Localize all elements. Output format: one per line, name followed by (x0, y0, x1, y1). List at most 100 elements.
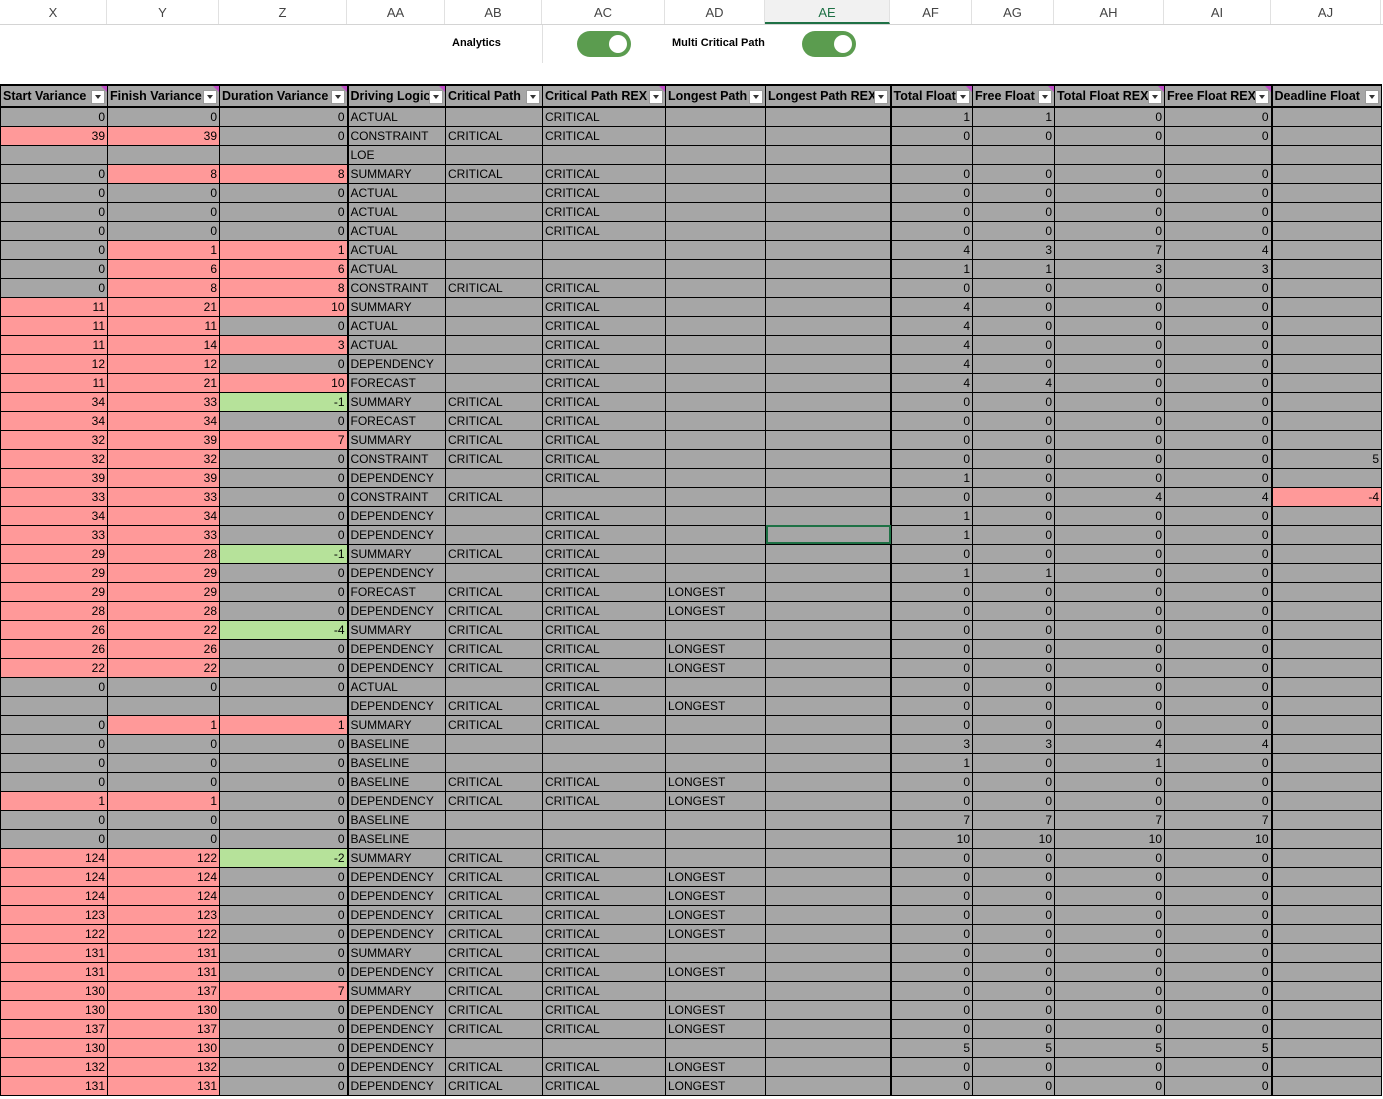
cell-z[interactable]: 0 (219, 828, 349, 849)
cell-y[interactable]: 29 (107, 562, 220, 583)
cell-ac[interactable]: CRITICAL (542, 543, 666, 564)
cell-ad[interactable]: LONGEST (665, 923, 766, 944)
cell-z[interactable]: 7 (219, 980, 349, 1001)
column-letter-af[interactable]: AF (890, 0, 972, 24)
cell-x[interactable]: 0 (0, 182, 108, 203)
cell-af[interactable]: 1 (890, 524, 973, 545)
cell-ad[interactable]: LONGEST (665, 904, 766, 925)
cell-ac[interactable]: CRITICAL (542, 771, 666, 792)
cell-ag[interactable]: 0 (972, 467, 1055, 488)
cell-aj[interactable] (1271, 904, 1382, 925)
cell-ac[interactable]: CRITICAL (542, 638, 666, 659)
cell-ac[interactable] (542, 809, 666, 830)
cell-x[interactable]: 130 (0, 999, 108, 1020)
cell-ad[interactable] (665, 980, 766, 1001)
cell-ac[interactable] (542, 486, 666, 507)
cell-ae[interactable] (765, 638, 892, 659)
cell-ae[interactable] (765, 923, 892, 944)
cell-x[interactable]: 0 (0, 106, 108, 127)
cell-z[interactable]: 0 (219, 486, 349, 507)
cell-ah[interactable]: 1 (1054, 752, 1165, 773)
cell-ai[interactable]: 0 (1164, 695, 1273, 716)
cell-ab[interactable]: CRITICAL (445, 771, 543, 792)
cell-x[interactable]: 131 (0, 942, 108, 963)
cell-ai[interactable]: 0 (1164, 752, 1273, 773)
filter-dropdown-icon[interactable] (429, 90, 443, 104)
cell-aj[interactable] (1271, 277, 1382, 298)
column-letter-y[interactable]: Y (107, 0, 219, 24)
cell-z[interactable]: 0 (219, 220, 349, 241)
cell-ag[interactable]: 3 (972, 733, 1055, 754)
cell-af[interactable]: 0 (890, 866, 973, 887)
cell-y[interactable]: 0 (107, 733, 220, 754)
cell-ac[interactable]: CRITICAL (542, 315, 666, 336)
cell-ag[interactable]: 0 (972, 904, 1055, 925)
cell-ah[interactable]: 0 (1054, 1075, 1165, 1096)
cell-y[interactable]: 29 (107, 581, 220, 602)
cell-ah[interactable]: 0 (1054, 866, 1165, 887)
cell-aa[interactable]: DEPENDENCY (347, 600, 446, 621)
cell-z[interactable] (219, 695, 349, 716)
cell-ae[interactable] (765, 790, 892, 811)
cell-ag[interactable]: 0 (972, 999, 1055, 1020)
cell-z[interactable]: 0 (219, 676, 349, 697)
cell-aj[interactable] (1271, 923, 1382, 944)
cell-aa[interactable]: DEPENDENCY (347, 657, 446, 678)
cell-ab[interactable] (445, 239, 543, 260)
cell-ah[interactable]: 0 (1054, 1056, 1165, 1077)
cell-aa[interactable]: ACTUAL (347, 220, 446, 241)
column-letter-ab[interactable]: AB (445, 0, 542, 24)
cell-z[interactable]: 0 (219, 733, 349, 754)
filter-dropdown-icon[interactable] (873, 90, 888, 104)
cell-af[interactable]: 5 (890, 1037, 973, 1058)
cell-ad[interactable] (665, 467, 766, 488)
cell-x[interactable]: 34 (0, 410, 108, 431)
cell-ac[interactable]: CRITICAL (542, 372, 666, 393)
cell-aa[interactable]: DEPENDENCY (347, 524, 446, 545)
cell-ah[interactable]: 0 (1054, 467, 1165, 488)
cell-ae[interactable] (765, 904, 892, 925)
cell-x[interactable]: 124 (0, 866, 108, 887)
cell-x[interactable]: 0 (0, 771, 108, 792)
cell-af[interactable]: 0 (890, 885, 973, 906)
cell-aj[interactable] (1271, 771, 1382, 792)
cell-y[interactable]: 1 (107, 239, 220, 260)
filter-dropdown-icon[interactable] (330, 90, 345, 104)
cell-ac[interactable]: CRITICAL (542, 581, 666, 602)
cell-ab[interactable]: CRITICAL (445, 391, 543, 412)
cell-aa[interactable]: ACTUAL (347, 201, 446, 222)
cell-z[interactable]: 0 (219, 904, 349, 925)
cell-ag[interactable]: 0 (972, 600, 1055, 621)
cell-aa[interactable]: DEPENDENCY (347, 1037, 446, 1058)
cell-ag[interactable]: 0 (972, 410, 1055, 431)
cell-ad[interactable] (665, 220, 766, 241)
cell-af[interactable]: 0 (890, 695, 973, 716)
cell-ai[interactable]: 0 (1164, 638, 1273, 659)
cell-ad[interactable] (665, 163, 766, 184)
cell-x[interactable]: 33 (0, 524, 108, 545)
filter-dropdown-icon[interactable] (649, 90, 663, 104)
cell-ae[interactable] (765, 1056, 892, 1077)
cell-x[interactable]: 26 (0, 619, 108, 640)
cell-x[interactable]: 34 (0, 391, 108, 412)
cell-ac[interactable]: CRITICAL (542, 296, 666, 317)
cell-ag[interactable]: 0 (972, 942, 1055, 963)
cell-ac[interactable]: CRITICAL (542, 524, 666, 545)
cell-ac[interactable]: CRITICAL (542, 391, 666, 412)
cell-aa[interactable]: DEPENDENCY (347, 562, 446, 583)
cell-ai[interactable] (1164, 144, 1273, 165)
cell-y[interactable]: 14 (107, 334, 220, 355)
cell-ah[interactable]: 0 (1054, 372, 1165, 393)
cell-z[interactable]: 0 (219, 771, 349, 792)
cell-ag[interactable]: 0 (972, 1056, 1055, 1077)
cell-ae[interactable] (765, 220, 892, 241)
cell-ag[interactable]: 0 (972, 334, 1055, 355)
cell-af[interactable]: 0 (890, 182, 973, 203)
cell-ai[interactable]: 7 (1164, 809, 1273, 830)
cell-z[interactable]: 0 (219, 467, 349, 488)
cell-ac[interactable]: CRITICAL (542, 1075, 666, 1096)
cell-aj[interactable] (1271, 619, 1382, 640)
cell-ab[interactable]: CRITICAL (445, 904, 543, 925)
cell-ai[interactable]: 0 (1164, 220, 1273, 241)
cell-ae[interactable] (765, 239, 892, 260)
